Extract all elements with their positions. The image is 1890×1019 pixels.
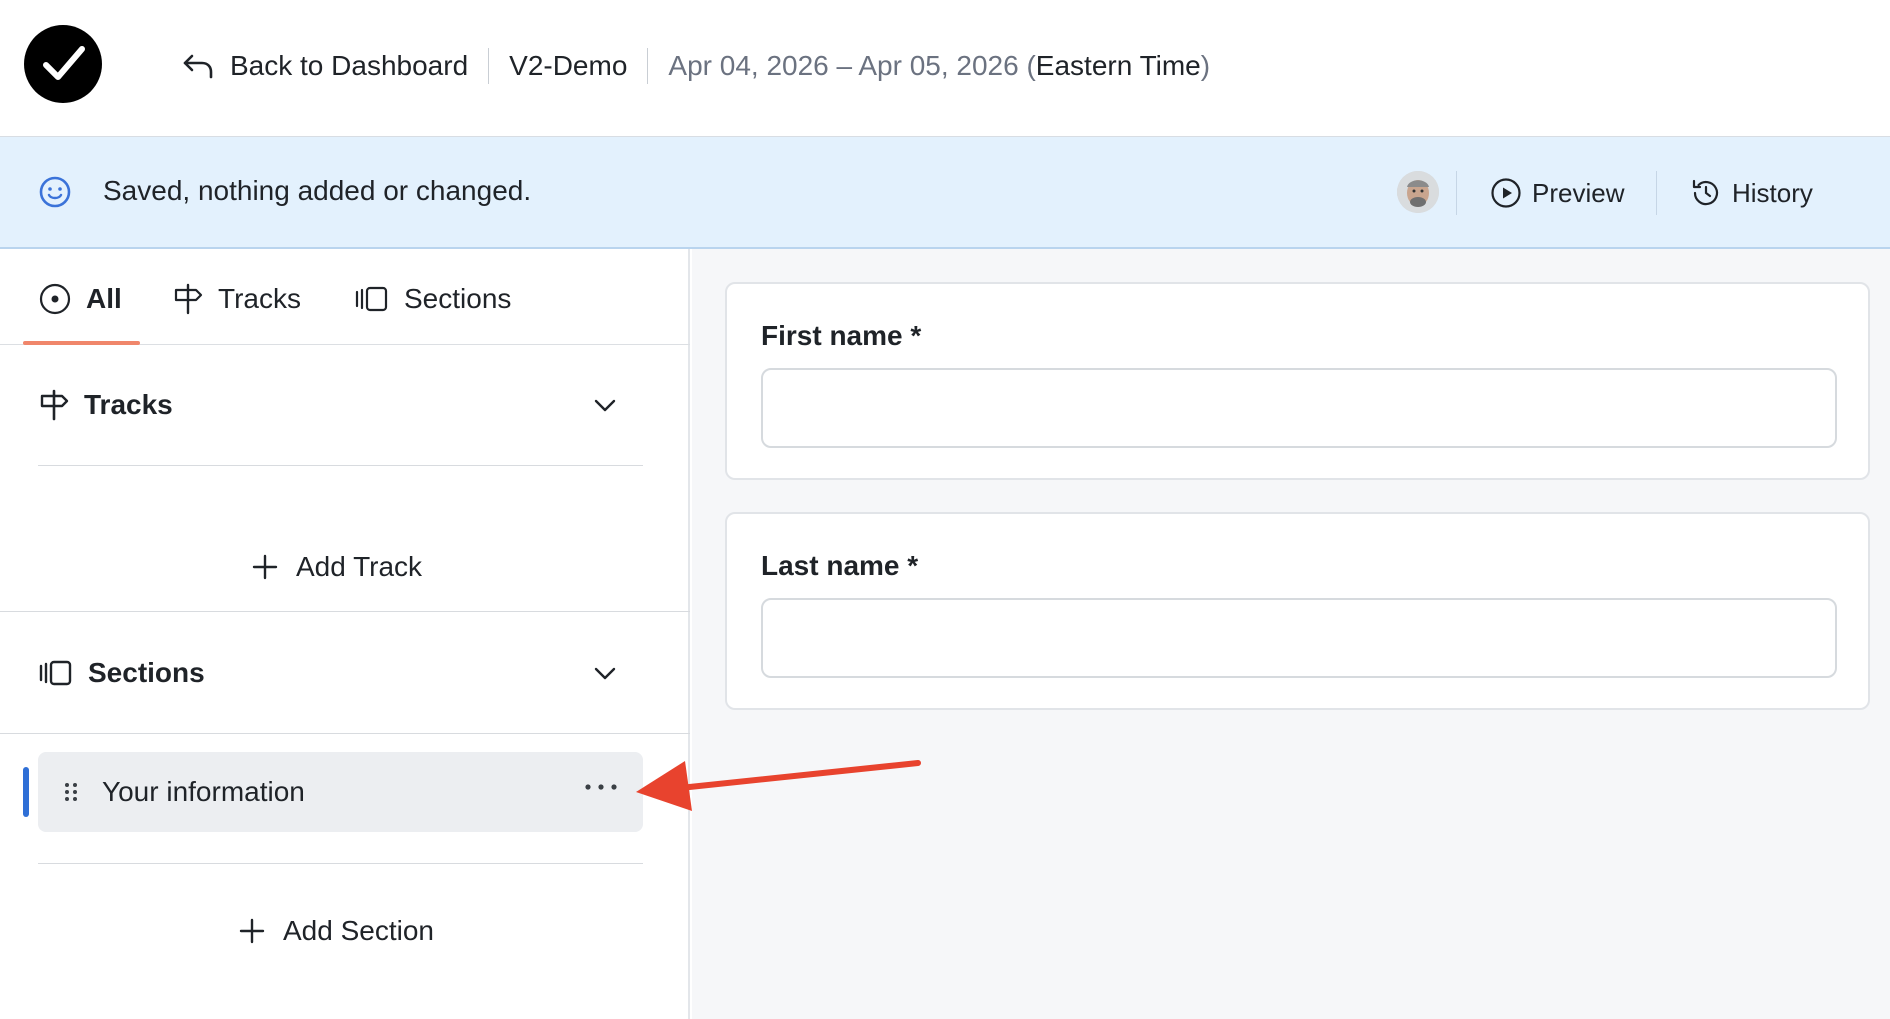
tab-all[interactable]: All — [38, 279, 122, 319]
tab-sections[interactable]: Sections — [354, 279, 511, 319]
form-field-card[interactable]: Last name * — [725, 512, 1870, 710]
last-name-input[interactable] — [761, 598, 1837, 678]
breadcrumb: Back to Dashboard V2-Demo Apr 04, 2026 –… — [182, 44, 1210, 88]
back-label: Back to Dashboard — [230, 50, 469, 81]
more-options-icon[interactable] — [583, 782, 619, 792]
event-timezone: Eastern Time — [1035, 50, 1201, 81]
add-section-button[interactable]: Add Section — [239, 909, 434, 953]
drag-handle-icon[interactable] — [62, 780, 80, 804]
sections-group-title: Sections — [88, 657, 205, 688]
divider — [0, 611, 690, 612]
back-to-dashboard-link[interactable]: Back to Dashboard — [182, 50, 468, 82]
event-name: V2-Demo — [509, 50, 628, 81]
field-label: First name * — [761, 320, 922, 351]
history-icon — [1692, 179, 1719, 206]
user-avatar[interactable] — [1397, 171, 1439, 213]
plus-icon — [252, 554, 278, 580]
plus-icon — [239, 918, 265, 944]
sections-icon — [39, 660, 72, 686]
save-status-message: Saved, nothing added or changed. — [103, 175, 532, 206]
signpost-icon — [174, 283, 203, 315]
active-tab-indicator — [23, 341, 140, 345]
divider — [0, 733, 690, 734]
divider — [38, 465, 643, 466]
breadcrumb-divider — [488, 48, 490, 84]
sections-group-header[interactable]: Sections — [38, 649, 638, 697]
signpost-icon — [40, 389, 69, 421]
back-arrow-icon — [183, 54, 213, 79]
selected-indicator — [23, 767, 29, 817]
preview-label: Preview — [1532, 177, 1625, 208]
first-name-input[interactable] — [761, 368, 1837, 448]
history-button[interactable]: History — [1690, 171, 1813, 215]
timezone-close-paren: ) — [1200, 50, 1211, 81]
field-label: Last name * — [761, 550, 919, 581]
event-date-range: Apr 04, 2026 – Apr 05, 2026 ( — [668, 50, 1036, 81]
tracks-group-header[interactable]: Tracks — [38, 381, 638, 429]
add-track-label: Add Track — [296, 551, 423, 582]
chevron-down-icon[interactable] — [592, 393, 618, 417]
tab-label: All — [86, 283, 122, 314]
smile-icon — [39, 176, 71, 208]
breadcrumb-divider — [647, 48, 649, 84]
toolbar-divider — [1456, 171, 1457, 215]
top-header: Back to Dashboard V2-Demo Apr 04, 2026 –… — [0, 0, 1890, 137]
checkmark-icon — [43, 46, 85, 80]
tracks-group-title: Tracks — [84, 389, 173, 420]
chevron-down-icon[interactable] — [592, 661, 618, 685]
app-logo[interactable] — [24, 25, 102, 103]
section-item-label: Your information — [102, 776, 305, 807]
history-label: History — [1732, 177, 1813, 208]
annotation-arrow — [636, 760, 921, 811]
save-status-banner: Saved, nothing added or changed. Preview… — [0, 137, 1890, 249]
tab-tracks[interactable]: Tracks — [172, 279, 301, 319]
target-icon — [39, 283, 71, 315]
form-canvas: First name * Last name * — [692, 249, 1890, 1019]
sections-icon — [355, 286, 388, 312]
left-sidebar: All Tracks Sections Tracks Add Track Sec… — [0, 249, 690, 1019]
avatar-face-icon — [1397, 171, 1439, 213]
preview-button[interactable]: Preview — [1490, 171, 1624, 215]
add-section-label: Add Section — [283, 915, 434, 946]
section-item-your-information[interactable]: Your information — [38, 752, 643, 832]
play-circle-icon — [1491, 178, 1521, 208]
add-track-button[interactable]: Add Track — [252, 545, 422, 589]
tab-label: Sections — [404, 283, 512, 314]
form-field-card[interactable]: First name * — [725, 282, 1870, 480]
filter-tabs: All Tracks Sections — [0, 249, 690, 345]
tab-label: Tracks — [218, 283, 301, 314]
divider — [38, 863, 643, 864]
toolbar-divider — [1656, 171, 1657, 215]
